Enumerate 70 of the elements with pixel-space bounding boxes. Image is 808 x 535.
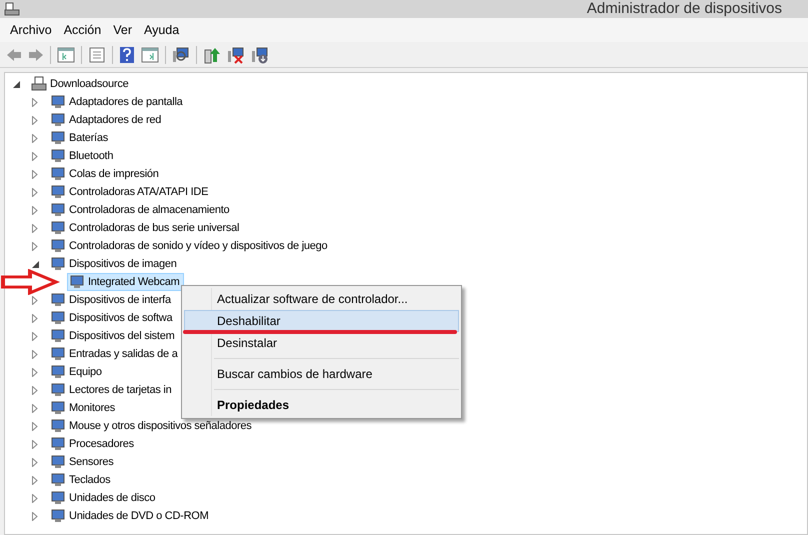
disable-icon[interactable] xyxy=(227,46,245,64)
tree-item[interactable]: Controladoras de almacenamiento xyxy=(69,202,230,218)
tree-item[interactable]: Colas de impresión xyxy=(69,166,159,182)
tree-item[interactable]: Bluetooth xyxy=(69,148,114,164)
tree-item[interactable]: Unidades de disco xyxy=(69,490,156,506)
tree-item[interactable]: Procesadores xyxy=(69,436,134,452)
tree-item[interactable]: Adaptadores de red xyxy=(69,112,162,128)
device-icon xyxy=(50,130,66,146)
device-icon xyxy=(50,148,66,164)
tree-item[interactable]: Unidades de DVD o CD-ROM xyxy=(69,508,208,524)
panel-icon[interactable] xyxy=(57,46,75,62)
device-icon xyxy=(50,202,66,218)
device-icon xyxy=(50,184,66,200)
panel-icon[interactable] xyxy=(141,46,159,62)
menu-item[interactable]: Archivo xyxy=(4,20,58,40)
tree-item[interactable]: Entradas y salidas de a xyxy=(69,346,178,362)
device-icon xyxy=(50,436,66,452)
menu-option[interactable]: Buscar cambios de hardware xyxy=(184,363,459,385)
device-icon xyxy=(69,274,85,290)
tree-item[interactable]: Mouse y otros dispositivos señaladores xyxy=(69,418,252,434)
tree-item[interactable]: Sensores xyxy=(69,454,114,470)
device-icon xyxy=(50,472,66,488)
device-icon xyxy=(50,418,66,434)
device-icon xyxy=(50,310,66,326)
list-icon[interactable] xyxy=(88,46,106,62)
tree-item[interactable]: Lectores de tarjetas in xyxy=(69,382,172,398)
tree-item[interactable]: Dispositivos del sistem xyxy=(69,328,175,344)
menu-item[interactable]: Ayuda xyxy=(138,20,186,40)
scan-icon[interactable] xyxy=(172,46,190,62)
forward-icon[interactable] xyxy=(28,48,44,62)
install-icon[interactable] xyxy=(251,46,269,64)
device-icon xyxy=(50,490,66,506)
device-icon xyxy=(50,220,66,236)
tree-item[interactable]: Monitores xyxy=(69,400,116,416)
menu-option[interactable]: Deshabilitar xyxy=(184,310,459,332)
tree-item[interactable]: Adaptadores de pantalla xyxy=(69,94,183,110)
tree-item[interactable]: Downloadsource xyxy=(50,76,128,92)
window-title: Administrador de dispositivos xyxy=(586,0,783,19)
tree-item[interactable]: Teclados xyxy=(69,472,110,488)
device-icon xyxy=(50,238,66,254)
menu-option[interactable]: Desinstalar xyxy=(184,332,459,354)
menu-item[interactable]: Acción xyxy=(58,20,108,40)
device-icon xyxy=(50,400,66,416)
device-icon xyxy=(50,382,66,398)
tree-item[interactable]: Controladoras ATA/ATAPI IDE xyxy=(69,184,208,200)
menu-option[interactable]: Actualizar software de controlador... xyxy=(184,288,459,310)
device-icon xyxy=(50,508,66,524)
app-icon xyxy=(4,2,20,16)
tree-item[interactable]: Dispositivos de softwa xyxy=(69,310,172,326)
tree-item[interactable]: Dispositivos de interfa xyxy=(69,292,171,308)
device-icon xyxy=(50,166,66,182)
update-icon[interactable] xyxy=(203,46,221,64)
device-icon xyxy=(50,112,66,128)
device-icon xyxy=(50,256,66,272)
device-icon xyxy=(50,364,66,380)
menu-option[interactable]: Propiedades xyxy=(184,394,459,416)
tree-item[interactable]: Baterías xyxy=(69,130,108,146)
device-icon xyxy=(50,346,66,362)
device-icon xyxy=(50,328,66,344)
back-icon[interactable] xyxy=(6,48,22,62)
device-icon xyxy=(50,292,66,308)
tree-item[interactable]: Equipo xyxy=(69,364,102,380)
device-icon xyxy=(50,94,66,110)
computer-icon xyxy=(31,76,47,92)
device-icon xyxy=(50,454,66,470)
help-icon[interactable] xyxy=(119,46,135,64)
tree-item[interactable]: Dispositivos de imagen xyxy=(69,256,177,272)
tree-item[interactable]: Controladoras de sonido y vídeo y dispositivos de juego xyxy=(69,238,328,254)
tree-item[interactable]: Controladoras de bus serie universal xyxy=(69,220,240,236)
menu-item[interactable]: Ver xyxy=(107,20,138,40)
